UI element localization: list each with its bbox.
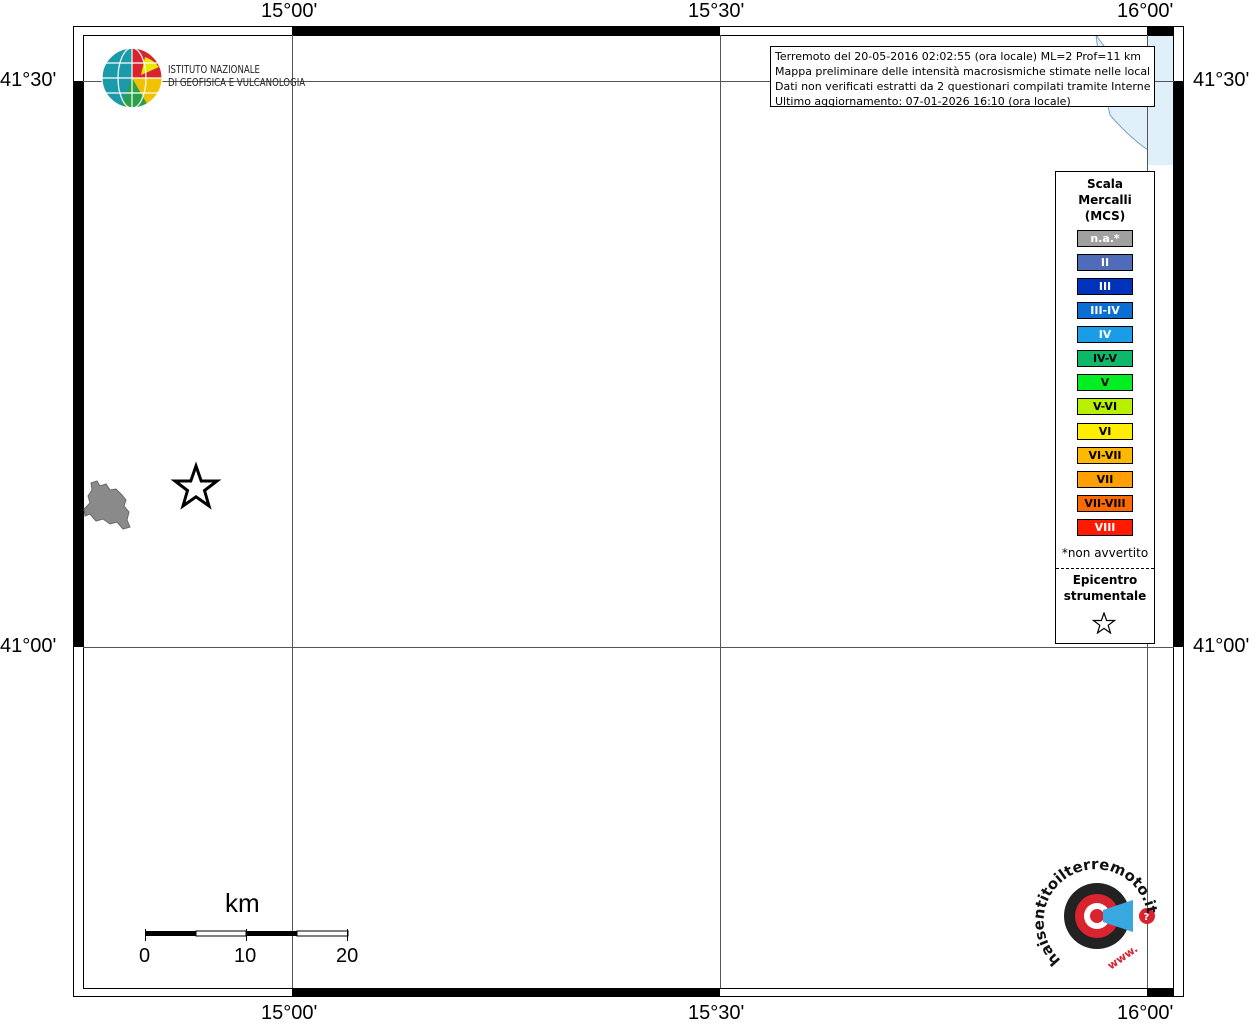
lat-label-right-1: 41°30': [1193, 69, 1250, 91]
legend-swatch-vi: VI: [1077, 423, 1133, 440]
ingv-logo-text: ISTITUTO NAZIONALE DI GEOFISICA E VULCAN…: [168, 63, 305, 89]
legend-title-line2: Mercalli: [1078, 193, 1132, 207]
legend-swatch-iii: III: [1077, 278, 1133, 295]
ingv-logo-line1: ISTITUTO NAZIONALE: [168, 63, 260, 76]
lon-label-bottom-3: 16°00': [1117, 1002, 1174, 1024]
frame-bar-top: [292, 26, 720, 35]
info-box: Terremoto del 20-05-2016 02:02:55 (ora l…: [770, 46, 1155, 108]
scale-unit: km: [225, 888, 260, 918]
info-line-4: Ultimo aggiornamento: 07-01-2026 16:10 (…: [775, 95, 1071, 108]
lon-label-top-3: 16°00': [1117, 0, 1174, 22]
legend-swatch-vi-vii: VI-VII: [1077, 447, 1133, 464]
legend-swatch-vii: VII: [1077, 471, 1133, 488]
site-logo-prefix: www.: [1105, 942, 1140, 972]
epicenter-star: [170, 461, 222, 510]
legend-epicenter-line2: strumentale: [1063, 589, 1147, 603]
scale-bar: [145, 929, 349, 941]
lat-label-left-2: 41°00': [0, 635, 57, 657]
legend-title-line3: (MCS): [1084, 209, 1126, 223]
mcs-legend: Scala Mercalli (MCS) n.a.* II III III-IV…: [1055, 171, 1155, 644]
legend-swatch-iv: IV: [1077, 326, 1133, 343]
legend-swatch-v-vi: V-VI: [1077, 398, 1133, 415]
lon-label-bottom-1: 15°00': [261, 1002, 318, 1024]
legend-swatch-iv-v: IV-V: [1077, 350, 1133, 367]
haisentito-logo: ? haisentitoilterremoto.it www.: [1035, 855, 1161, 972]
info-line-3: Dati non verificati estratti da 2 questi…: [775, 80, 1150, 93]
ingv-globe-icon: [101, 47, 163, 109]
lon-label-bottom-2: 15°30': [688, 1002, 745, 1024]
frame-bar-bottom: [292, 988, 720, 997]
legend-note: *non avvertito: [1061, 546, 1149, 560]
frame-bar-right: [1174, 81, 1184, 647]
lat-label-right-2: 41°00': [1193, 635, 1250, 657]
legend-title: Scala Mercalli (MCS): [1056, 176, 1154, 224]
info-line-2: Mappa preliminare delle intensità macros…: [775, 65, 1150, 78]
legend-star-icon: [1092, 612, 1116, 634]
locality-area: [83, 480, 131, 530]
lon-label-top-1: 15°00': [261, 0, 318, 22]
legend-epicenter-label: Epicentro strumentale: [1056, 572, 1154, 604]
legend-swatch-na: n.a.*: [1077, 230, 1133, 247]
legend-swatch-iii-iv: III-IV: [1077, 302, 1133, 319]
lat-label-left-1: 41°30': [0, 69, 57, 91]
scale-tick-0: 0: [139, 945, 151, 967]
legend-divider: [1056, 568, 1154, 569]
ingv-logo-line2: DI GEOFISICA E VULCANOLOGIA: [168, 76, 306, 89]
frame-bar-left: [73, 81, 83, 647]
legend-swatch-viii: VIII: [1077, 519, 1133, 536]
lon-label-top-2: 15°30': [688, 0, 745, 22]
scale-tick-20: 20: [336, 945, 359, 967]
legend-swatch-v: V: [1077, 374, 1133, 391]
info-line-1: Terremoto del 20-05-2016 02:02:55 (ora l…: [775, 50, 1142, 63]
legend-swatch-ii: II: [1077, 254, 1133, 271]
legend-title-line1: Scala: [1086, 177, 1124, 191]
legend-swatch-vii-viii: VII-VIII: [1077, 495, 1133, 512]
scale-tick-10: 10: [234, 945, 257, 967]
legend-epicenter-line1: Epicentro: [1072, 573, 1138, 587]
